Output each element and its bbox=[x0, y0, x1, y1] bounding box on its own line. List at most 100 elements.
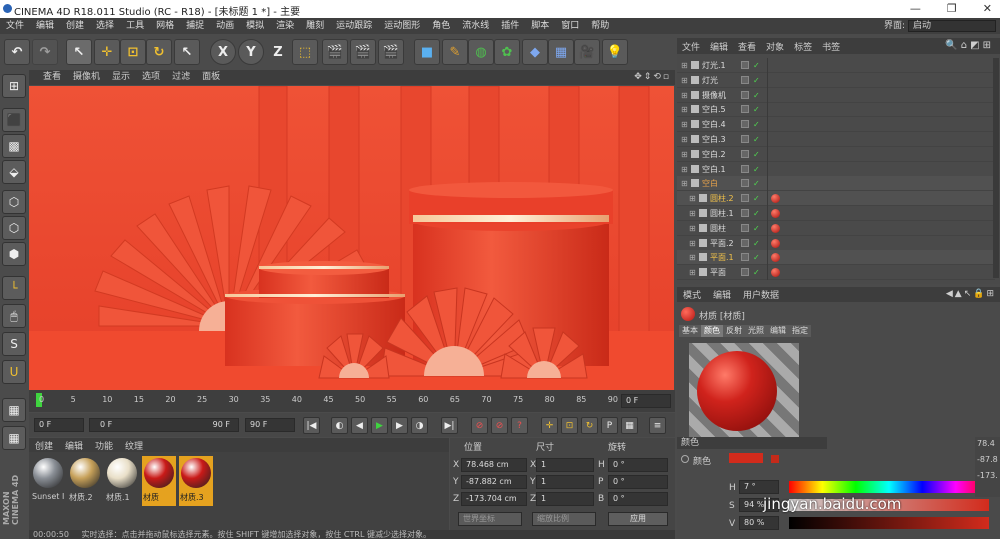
scale-icon[interactable]: ⊡ bbox=[120, 39, 146, 65]
enabled-check-icon[interactable]: ✓ bbox=[753, 88, 760, 103]
cube-icon[interactable]: ■ bbox=[414, 39, 440, 65]
position-field[interactable]: -87.882 cm bbox=[461, 475, 527, 489]
color-radio[interactable] bbox=[681, 455, 689, 463]
tweak-mode-icon[interactable]: 🖱 bbox=[2, 304, 26, 328]
hue-slider[interactable] bbox=[789, 481, 989, 493]
object-menu-item-2[interactable]: 查看 bbox=[733, 40, 761, 53]
rotation-field[interactable]: 0 ° bbox=[608, 458, 668, 472]
apply-button[interactable]: 应用 bbox=[608, 512, 668, 526]
viewport-nav-icon[interactable]: ✥⇕⟲▫ bbox=[634, 70, 671, 85]
enabled-check-icon[interactable]: ✓ bbox=[753, 162, 760, 177]
enabled-check-icon[interactable]: ✓ bbox=[753, 236, 760, 251]
material-tag-icon[interactable] bbox=[771, 238, 780, 248]
current-frame-field[interactable]: 0 F bbox=[621, 394, 671, 408]
attr-menu-item-2[interactable]: 用户数据 bbox=[737, 288, 785, 301]
visibility-icon[interactable] bbox=[741, 194, 749, 203]
tree-expand-icon[interactable]: ⊞ bbox=[681, 102, 688, 117]
visibility-icon[interactable] bbox=[741, 253, 749, 262]
enabled-check-icon[interactable]: ✓ bbox=[753, 265, 760, 280]
object-scrollbar[interactable] bbox=[993, 58, 999, 278]
color-picker-icon[interactable] bbox=[771, 455, 779, 463]
undo-icon[interactable]: ↶ bbox=[4, 39, 30, 65]
color-swatch[interactable] bbox=[729, 453, 763, 463]
visibility-icon[interactable] bbox=[741, 223, 749, 232]
tree-expand-icon[interactable]: ⊞ bbox=[689, 221, 696, 236]
menu-item-2[interactable]: 创建 bbox=[60, 18, 90, 34]
object-row[interactable]: ⊞ 空白.4 ✓ bbox=[677, 117, 995, 133]
attr-tab-0[interactable]: 基本 bbox=[679, 325, 701, 337]
checker-lock-icon[interactable]: ▦ bbox=[2, 426, 26, 450]
menu-item-13[interactable]: 角色 bbox=[426, 18, 456, 34]
menu-item-11[interactable]: 运动跟踪 bbox=[330, 18, 378, 34]
visibility-icon[interactable] bbox=[741, 238, 749, 247]
tree-expand-icon[interactable]: ⊞ bbox=[681, 147, 688, 162]
enabled-check-icon[interactable]: ✓ bbox=[753, 191, 760, 206]
visibility-icon[interactable] bbox=[741, 135, 749, 143]
cloner-icon[interactable]: ✿ bbox=[494, 39, 520, 65]
menu-item-17[interactable]: 窗口 bbox=[555, 18, 585, 34]
attr-tab-5[interactable]: 指定 bbox=[789, 325, 811, 337]
enabled-check-icon[interactable]: ✓ bbox=[753, 102, 760, 117]
subdivision-icon[interactable]: ◍ bbox=[468, 39, 494, 65]
prev-frame-icon[interactable]: ◀ bbox=[351, 417, 368, 434]
visibility-icon[interactable] bbox=[741, 209, 749, 217]
menu-item-18[interactable]: 帮助 bbox=[585, 18, 615, 34]
object-row[interactable]: ⊞ 平面.1 ✓ bbox=[677, 250, 995, 266]
minimize-button[interactable]: — bbox=[910, 2, 921, 15]
v-field[interactable]: 80 % bbox=[739, 516, 779, 530]
next-key-icon[interactable]: ◑ bbox=[411, 417, 428, 434]
menu-item-5[interactable]: 网格 bbox=[150, 18, 180, 34]
tree-expand-icon[interactable]: ⊞ bbox=[681, 88, 688, 103]
next-frame-icon[interactable]: ▶ bbox=[391, 417, 408, 434]
position-field[interactable]: 78.468 cm bbox=[461, 458, 527, 472]
value-slider[interactable] bbox=[789, 517, 989, 529]
material-tag-icon[interactable] bbox=[771, 223, 780, 233]
object-row[interactable]: ⊞ 平面.2 ✓ bbox=[677, 235, 995, 251]
goto-end-icon[interactable]: ▶| bbox=[441, 417, 458, 434]
tree-expand-icon[interactable]: ⊞ bbox=[681, 132, 688, 147]
visibility-icon[interactable] bbox=[741, 120, 749, 129]
menu-item-14[interactable]: 流水线 bbox=[456, 18, 495, 34]
enabled-check-icon[interactable]: ✓ bbox=[753, 73, 760, 88]
object-menu-item-5[interactable]: 书签 bbox=[817, 40, 845, 53]
pen-icon[interactable]: ✎ bbox=[442, 39, 468, 65]
object-menu-item-3[interactable]: 对象 bbox=[761, 40, 789, 53]
attr-menu-item-0[interactable]: 模式 bbox=[677, 288, 707, 301]
camera-icon[interactable]: 🎥 bbox=[574, 39, 600, 65]
deformer-icon[interactable]: ◆ bbox=[522, 39, 548, 65]
edges-mode-icon[interactable]: ⬡ bbox=[2, 216, 26, 240]
maximize-button[interactable]: ❐ bbox=[947, 2, 957, 15]
tree-expand-icon[interactable]: ⊞ bbox=[681, 58, 688, 73]
timeline-menu-icon[interactable]: ≡ bbox=[649, 417, 666, 434]
object-row[interactable]: ⊞ 空白.3 ✓ bbox=[677, 132, 995, 147]
enabled-check-icon[interactable]: ✓ bbox=[753, 132, 760, 147]
goto-start-icon[interactable]: |◀ bbox=[303, 417, 320, 434]
points-mode-icon[interactable]: ⬡ bbox=[2, 190, 26, 214]
object-row[interactable]: ⊞ 空白 ✓ bbox=[677, 176, 995, 192]
object-row[interactable]: ⊞ 灯光.1 ✓ bbox=[677, 58, 995, 73]
menu-item-7[interactable]: 动画 bbox=[210, 18, 240, 34]
texture-mode-icon[interactable]: ▩ bbox=[2, 134, 26, 158]
tree-expand-icon[interactable]: ⊞ bbox=[681, 73, 688, 88]
start-frame-field[interactable]: 0 F bbox=[34, 418, 84, 432]
tree-expand-icon[interactable]: ⊞ bbox=[689, 191, 696, 206]
material-menu-item-1[interactable]: 编辑 bbox=[59, 439, 89, 452]
menu-item-6[interactable]: 捕捉 bbox=[180, 18, 210, 34]
key-position-icon[interactable]: ✛ bbox=[541, 417, 558, 434]
viewport-menu-item-3[interactable]: 选项 bbox=[136, 70, 166, 85]
object-row[interactable]: ⊞ 空白.1 ✓ bbox=[677, 161, 995, 177]
recent-tools-icon[interactable]: ↖ bbox=[174, 39, 200, 65]
tree-expand-icon[interactable]: ⊞ bbox=[681, 117, 688, 132]
size-mode-select[interactable]: 缩放比例 bbox=[532, 512, 596, 526]
preview-range-slider[interactable]: 0 F 90 F bbox=[89, 418, 239, 432]
make-editable-icon[interactable]: ⊞ bbox=[2, 74, 26, 98]
menu-item-0[interactable]: 文件 bbox=[0, 18, 30, 34]
material-tag-icon[interactable] bbox=[771, 209, 780, 218]
menu-item-1[interactable]: 编辑 bbox=[30, 18, 60, 34]
viewport[interactable] bbox=[29, 86, 674, 390]
axis-mode-icon[interactable]: └ bbox=[2, 276, 26, 300]
timeline[interactable]: 0 5 10 15 20 25 30 35 40 45 50 55 60 65 70 75 80 85 90 0 F bbox=[29, 390, 675, 412]
menu-item-10[interactable]: 雕刻 bbox=[300, 18, 330, 34]
object-row[interactable]: ⊞ 平面 ✓ bbox=[677, 265, 995, 281]
material-tag-icon[interactable] bbox=[771, 194, 780, 204]
